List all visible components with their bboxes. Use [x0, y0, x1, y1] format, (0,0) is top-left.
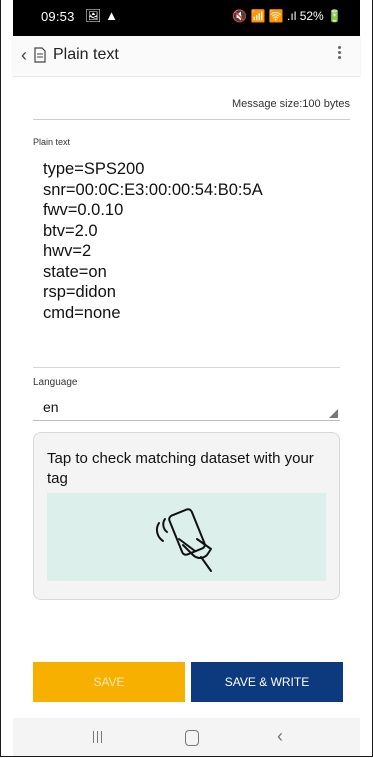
plain-text-line: hwv=2	[43, 242, 92, 260]
status-bar: 09:53 🖼 ▲ 🔇 📶 🛜 .ıl 52% 🔋	[13, 0, 360, 36]
page-title: Plain text	[53, 46, 119, 63]
save-and-write-button[interactable]: SAVE & WRITE	[191, 662, 343, 702]
language-label: Language	[33, 377, 78, 388]
plain-text-line: cmd=none	[43, 303, 121, 322]
document-icon	[33, 47, 47, 68]
plain-text-line: state=on	[43, 262, 107, 281]
divider	[33, 367, 340, 368]
save-button[interactable]: SAVE	[33, 662, 185, 702]
message-size: Message size:100 bytes	[231, 98, 350, 110]
system-navigation-bar: ‹	[13, 718, 360, 756]
status-time: 09:53	[41, 9, 75, 24]
dropdown-caret-icon	[329, 409, 338, 418]
language-select[interactable]: en	[33, 394, 340, 421]
plain-text-line: btv=2.0	[43, 221, 98, 240]
plain-text-line: fwv=0.0.10	[43, 201, 124, 219]
check-dataset-card[interactable]: Tap to check matching dataset with your …	[33, 432, 340, 600]
screen-frame: 09:53 🖼 ▲ 🔇 📶 🛜 .ıl 52% 🔋 ‹ Plain text M…	[0, 0, 373, 757]
app-bar: ‹ Plain text	[13, 36, 360, 77]
recents-icon[interactable]	[93, 730, 107, 744]
plain-text-field[interactable]: type=SPS200 snr=00:0C:E3:00:00:54:B0:5A …	[43, 159, 263, 323]
main-content: Message size:100 bytes Plain text type=S…	[13, 77, 360, 717]
language-value: en	[43, 399, 59, 415]
card-text: Tap to check matching dataset with your …	[47, 450, 314, 487]
plain-text-line: rsp=didon	[43, 283, 116, 301]
system-status-icons: 🔇 📶 🛜 .ıl 52% 🔋	[232, 9, 342, 23]
plain-text-label: Plain text	[33, 137, 71, 147]
notification-icons: 🖼 ▲	[85, 8, 118, 23]
home-icon[interactable]	[185, 730, 199, 746]
back-icon[interactable]: ‹	[21, 45, 27, 66]
tap-phone-illustration	[47, 493, 326, 581]
nav-back-icon[interactable]: ‹	[277, 726, 283, 747]
more-options-icon[interactable]	[338, 44, 342, 61]
plain-text-line: snr=00:0C:E3:00:00:54:B0:5A	[43, 180, 263, 199]
divider	[33, 119, 350, 120]
plain-text-line: type=SPS200	[43, 160, 145, 178]
nfc-tap-icon	[155, 508, 212, 572]
